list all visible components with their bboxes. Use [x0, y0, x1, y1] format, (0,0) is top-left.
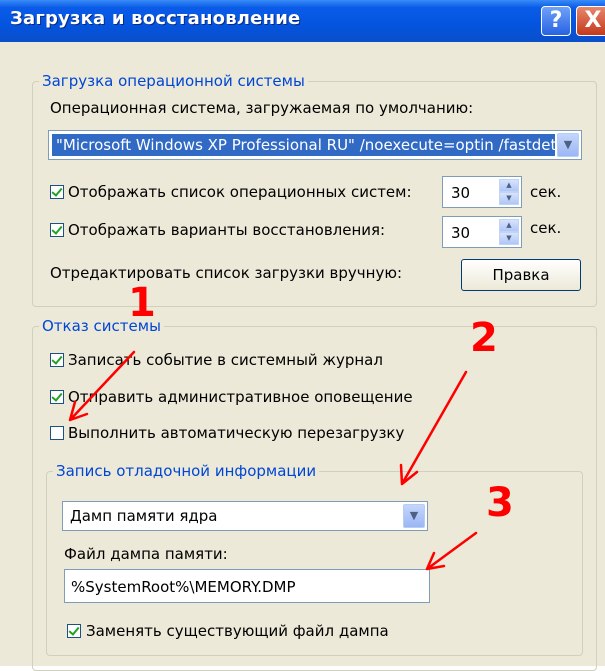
- arrow-1: [68, 350, 136, 422]
- annotation-marker-3: 3: [486, 480, 514, 526]
- annotation-arrows: [68, 350, 478, 571]
- annotation-marker-2: 2: [470, 315, 498, 361]
- arrow-3: [425, 531, 478, 571]
- arrow-2: [399, 370, 468, 486]
- annotation-marker-1: 1: [128, 280, 156, 326]
